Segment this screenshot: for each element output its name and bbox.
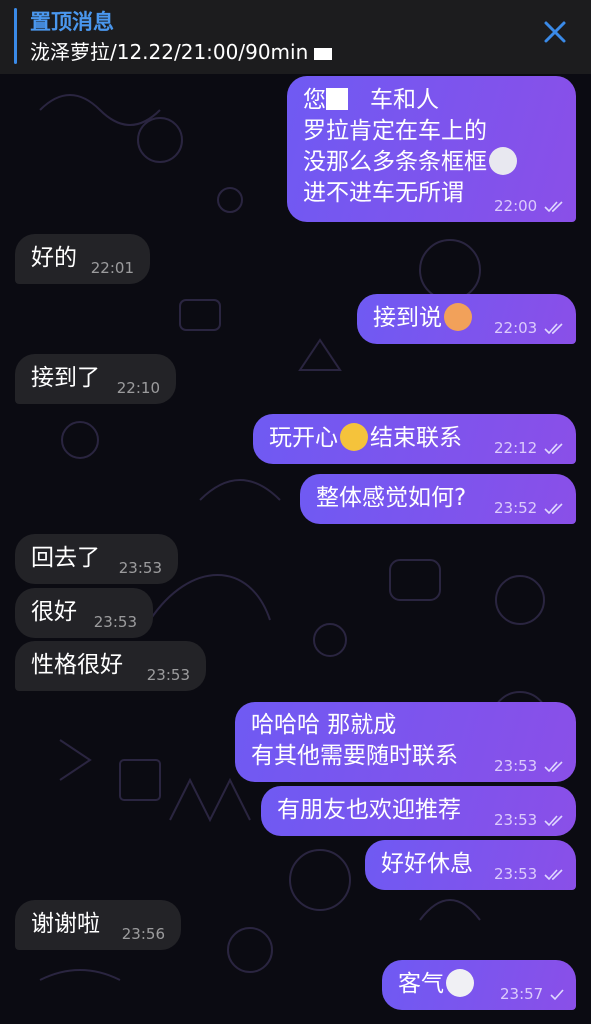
message-bubble-outgoing[interactable]: 好好休息 23:53 <box>365 840 576 890</box>
message-time: 22:10 <box>116 379 160 397</box>
redaction-mark <box>314 47 333 60</box>
message-text: 很好 <box>31 599 77 625</box>
message-bubble-outgoing[interactable]: 有朋友也欢迎推荐 23:53 <box>261 786 576 836</box>
double-check-icon <box>544 760 563 772</box>
cat-face-emoji <box>444 303 472 331</box>
message-text: 谢谢啦 <box>31 911 100 937</box>
message-line: 没那么多条条框框 <box>303 147 560 178</box>
message-time: 22:12 <box>494 440 566 456</box>
message-time: 22:00 <box>494 198 566 214</box>
pinned-message-bar[interactable]: 置顶消息 泷泽萝拉/12.22/21:00/90min <box>0 0 591 74</box>
message-time: 23:53 <box>146 666 190 684</box>
message-text: 接到说 <box>373 305 442 331</box>
message-line: 您车和人 <box>303 87 439 113</box>
message-time: 23:57 <box>500 986 564 1002</box>
message-bubble-incoming[interactable]: 接到了 22:10 <box>15 354 176 404</box>
message-text: 回去了 <box>31 545 100 571</box>
message-time: 23:52 <box>494 500 566 516</box>
message-text: 性格很好 <box>31 652 123 678</box>
message-text: 玩开心 <box>269 425 338 451</box>
message-text: 客气 <box>398 971 444 997</box>
double-check-icon <box>544 442 563 454</box>
message-bubble-outgoing[interactable]: 客气 23:57 <box>382 960 576 1010</box>
close-icon[interactable] <box>541 18 569 46</box>
message-bubble-incoming[interactable]: 回去了 23:53 <box>15 534 178 584</box>
double-check-icon <box>544 814 563 826</box>
panda-face-emoji <box>489 147 517 175</box>
message-time: 23:53 <box>494 866 566 882</box>
redaction-mark <box>326 88 348 110</box>
message-bubble-outgoing[interactable]: 玩开心 结束联系 22:12 <box>253 414 576 464</box>
double-check-icon <box>544 200 563 212</box>
message-bubble-incoming[interactable]: 谢谢啦 23:56 <box>15 900 181 950</box>
message-bubble-incoming[interactable]: 很好 23:53 <box>15 588 153 638</box>
message-line: 哈哈哈 那就成 <box>251 712 397 738</box>
pinned-title: 置顶消息 <box>30 10 114 34</box>
double-check-icon <box>544 502 563 514</box>
message-bubble-outgoing[interactable]: 哈哈哈 那就成 有其他需要随时联系 23:53 <box>235 702 576 782</box>
party-face-emoji <box>340 423 368 451</box>
message-text: 结束联系 <box>370 425 462 451</box>
grin-face-emoji <box>446 969 474 997</box>
message-time: 23:53 <box>93 613 137 631</box>
message-time: 22:03 <box>494 320 566 336</box>
message-text: 好的 <box>31 245 77 271</box>
message-time: 23:56 <box>121 925 165 943</box>
message-line: 罗拉肯定在车上的 <box>303 118 487 144</box>
pinned-text: 泷泽萝拉/12.22/21:00/90min <box>30 40 309 64</box>
double-check-icon <box>544 868 563 880</box>
message-bubble-outgoing[interactable]: 接到说 22:03 <box>357 294 576 344</box>
message-time: 23:53 <box>118 559 162 577</box>
message-bubble-incoming[interactable]: 好的 22:01 <box>15 234 150 284</box>
message-bubble-outgoing[interactable]: 您车和人 罗拉肯定在车上的 没那么多条条框框 进不进车无所谓 22:00 <box>287 76 576 222</box>
message-text: 有朋友也欢迎推荐 <box>277 797 461 823</box>
message-time: 23:53 <box>494 758 566 774</box>
pinned-accent-bar <box>14 8 17 64</box>
message-text: 接到了 <box>31 365 100 391</box>
message-bubble-incoming[interactable]: 性格很好 23:53 <box>15 641 206 691</box>
message-time: 23:53 <box>494 812 566 828</box>
pinned-text-row: 泷泽萝拉/12.22/21:00/90min <box>30 36 333 65</box>
message-text: 好好休息 <box>381 851 473 877</box>
message-text: 整体感觉如何? <box>316 485 467 511</box>
double-check-icon <box>544 322 563 334</box>
single-check-icon <box>550 988 564 1000</box>
message-bubble-outgoing[interactable]: 整体感觉如何? 23:52 <box>300 474 576 524</box>
message-time: 22:01 <box>90 259 134 277</box>
